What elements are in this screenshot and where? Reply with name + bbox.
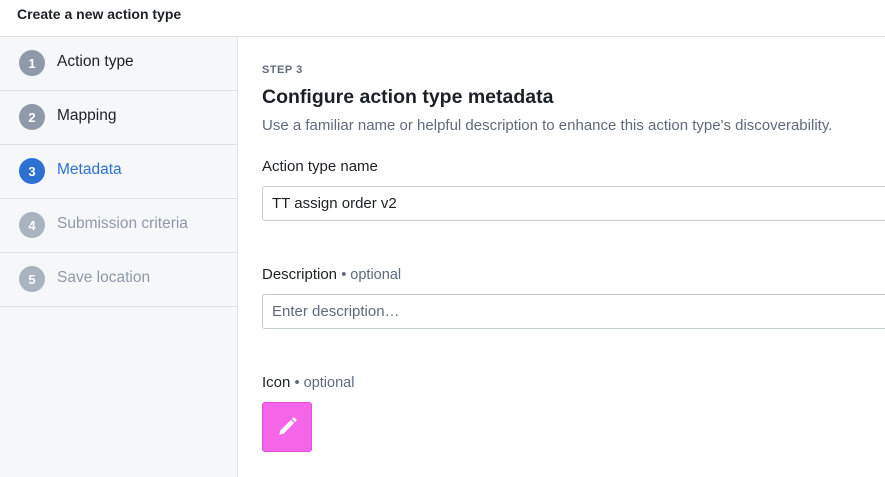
- optional-tag: • optional: [341, 267, 402, 283]
- icon-picker-button[interactable]: [262, 402, 312, 452]
- name-field-label: Action type name: [262, 158, 378, 175]
- description-input[interactable]: [262, 294, 885, 329]
- step-label: Metadata: [57, 161, 122, 178]
- step-label: Save location: [57, 269, 151, 286]
- step-mapping[interactable]: 2 Mapping: [0, 91, 237, 145]
- pencil-icon: [279, 417, 297, 435]
- metadata-form: STEP 3 Configure action type metadata Us…: [238, 37, 885, 477]
- step-action-type[interactable]: 1 Action type: [0, 37, 237, 91]
- step-label: Submission criteria: [57, 215, 188, 232]
- step-number: 1: [19, 50, 45, 76]
- step-metadata[interactable]: 3 Metadata: [0, 145, 237, 199]
- step-label: Action type: [57, 53, 134, 70]
- section-description: Use a familiar name or helpful descripti…: [262, 117, 833, 134]
- step-number: 4: [19, 212, 45, 238]
- description-label-text: Description: [262, 266, 338, 283]
- name-label-text: Action type name: [262, 158, 378, 175]
- step-number: 5: [19, 266, 45, 292]
- dialog-header: Create a new action type: [0, 0, 885, 37]
- action-type-name-input[interactable]: [262, 186, 885, 221]
- icon-label-text: Icon: [262, 374, 291, 391]
- step-save-location: 5 Save location: [0, 253, 237, 307]
- section-title: Configure action type metadata: [262, 86, 554, 108]
- optional-tag: • optional: [294, 375, 355, 391]
- icon-field-label: Icon • optional: [262, 374, 354, 391]
- step-number: 3: [19, 158, 45, 184]
- step-submission-criteria: 4 Submission criteria: [0, 199, 237, 253]
- step-kicker: STEP 3: [262, 64, 303, 76]
- steps-sidebar: 1 Action type 2 Mapping 3 Metadata 4 Sub…: [0, 37, 238, 477]
- dialog-title: Create a new action type: [17, 6, 182, 22]
- description-field-label: Description • optional: [262, 266, 401, 283]
- step-number: 2: [19, 104, 45, 130]
- step-label: Mapping: [57, 107, 117, 124]
